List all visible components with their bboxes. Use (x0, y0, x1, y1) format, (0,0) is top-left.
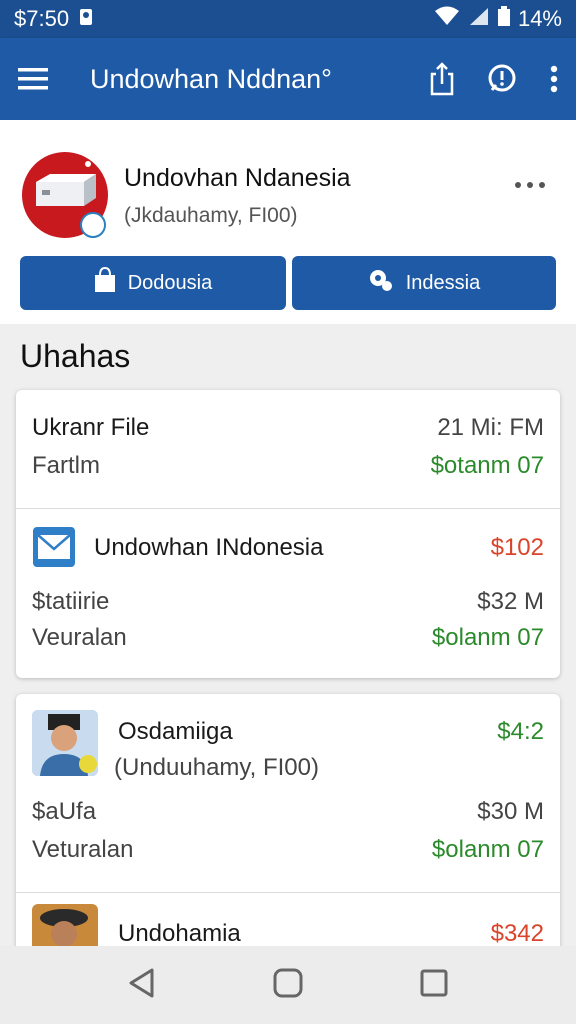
item-subtitle: (Unduuhamy, FI00) (114, 754, 319, 781)
item-amount: $4:2 (497, 718, 544, 745)
settings-button-label: Indessia (405, 271, 481, 294)
item-title: Undohamia (118, 920, 241, 947)
divider (16, 508, 560, 509)
wifi-icon (434, 6, 460, 32)
item-amount: $olanm 07 (431, 836, 544, 863)
item-title: Ukranr File (32, 414, 150, 441)
share-icon[interactable] (430, 62, 454, 96)
shop-button[interactable]: Dodousia (20, 256, 286, 310)
status-time: $7:50 (14, 6, 70, 31)
shopping-bag-icon (94, 266, 116, 299)
recents-icon[interactable] (420, 969, 448, 1002)
battery-icon (497, 6, 510, 32)
home-icon[interactable] (273, 968, 303, 1003)
divider (16, 892, 560, 893)
more-vert-icon[interactable] (550, 65, 558, 93)
item-amount: $otanm 07 (430, 452, 544, 479)
item-amount: $32 M (477, 588, 544, 615)
item-title: Osdamiiga (118, 718, 233, 745)
item-amount: $olanm 07 (431, 624, 544, 651)
location-icon (79, 6, 93, 32)
item-label: Veuralan (32, 624, 127, 651)
item-label: $aUfa (32, 798, 97, 825)
item-time: 21 Mi: FM (437, 414, 544, 441)
battery-percent: 14% (517, 6, 562, 31)
shop-button-label: Dodousia (127, 271, 213, 294)
app-title: Undowhan Nddnan° (90, 63, 332, 94)
settings-button[interactable]: Indessia (292, 256, 556, 310)
item-amount: $102 (490, 534, 544, 561)
item-label: Fartlm (32, 452, 100, 479)
more-horiz-icon[interactable] (514, 176, 546, 194)
back-icon[interactable] (128, 968, 156, 1003)
status-bar: $7:50 14% (0, 0, 576, 38)
item-title: Undowhan INdonesia (94, 534, 324, 561)
app-bar: Undowhan Nddnan° (0, 38, 576, 120)
chat-icon[interactable] (486, 63, 518, 95)
gear-icon (368, 267, 394, 299)
verified-badge-icon (80, 212, 106, 238)
item-amount: $342 (490, 920, 544, 947)
profile-name: Undovhan Ndanesia (124, 164, 351, 192)
avatar (32, 710, 98, 776)
item-label: $tatiirie (32, 588, 110, 615)
item-amount: $30 M (477, 798, 544, 825)
signal-icon (468, 6, 490, 32)
profile-header: Undovhan Ndanesia (Jkdauhamy, FI00) Dodo… (0, 120, 576, 324)
menu-icon[interactable] (18, 68, 48, 90)
item-label: Veturalan (32, 836, 134, 863)
mail-icon (32, 526, 76, 575)
list-item[interactable]: Undowhan INdonesia $102 (16, 518, 560, 578)
system-nav-bar (0, 946, 576, 1024)
list-card: Ukranr File 21 Mi: FM Fartlm $otanm 07 U… (16, 390, 560, 678)
profile-subtitle: (Jkdauhamy, FI00) (124, 204, 298, 227)
section-title: Uhahas (20, 338, 131, 374)
